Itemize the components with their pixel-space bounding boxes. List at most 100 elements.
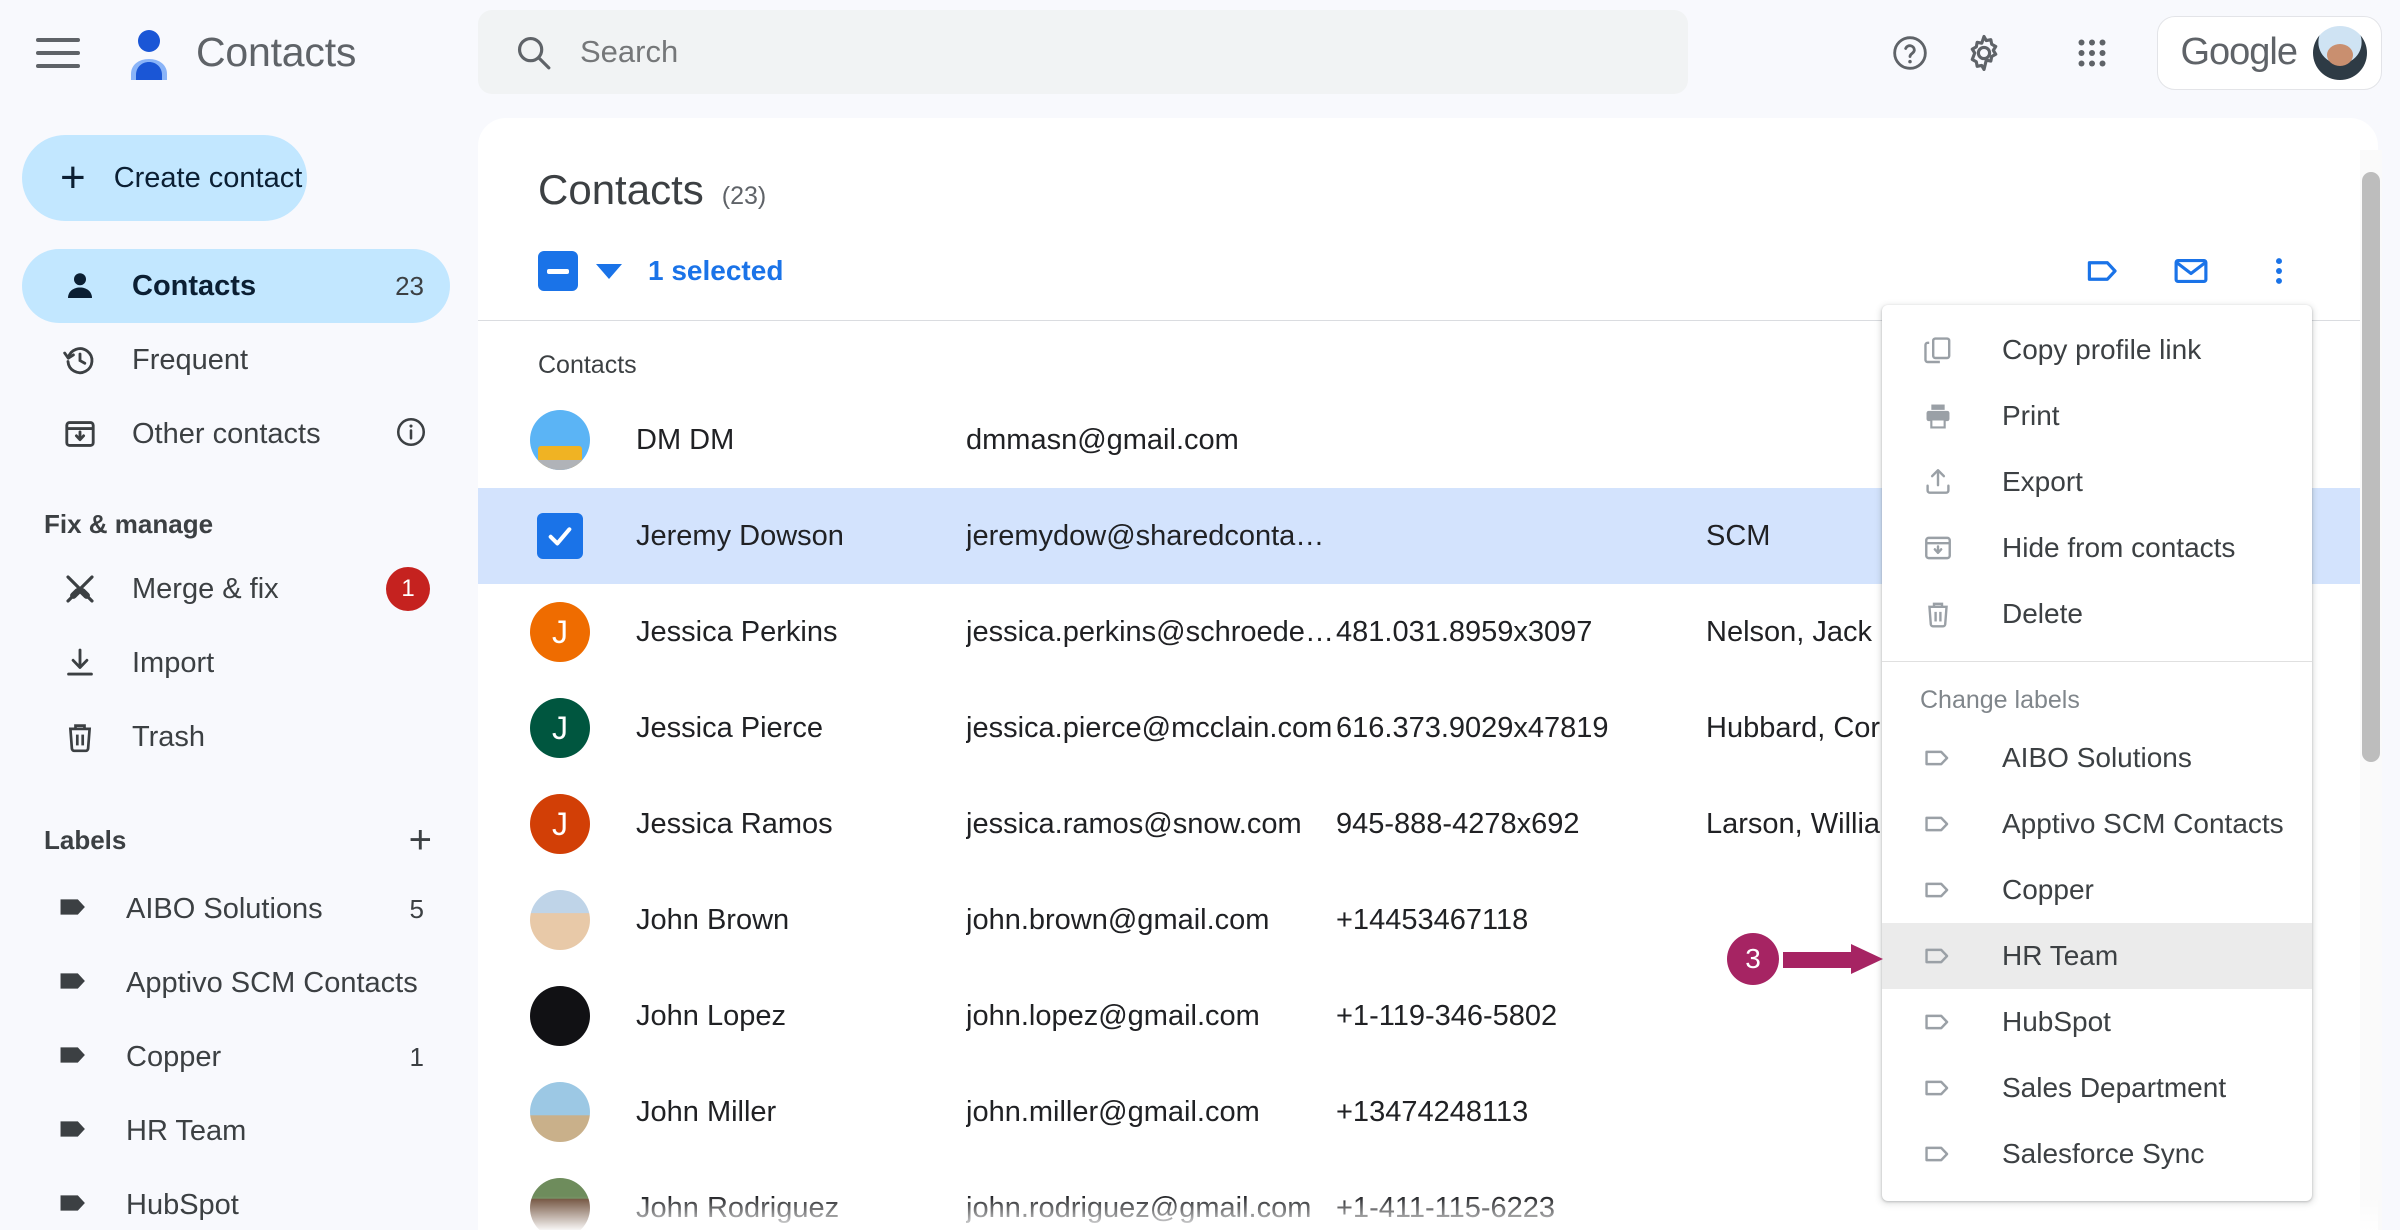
menu-label-apptivo-scm-contacts[interactable]: Apptivo SCM Contacts (1882, 791, 2312, 857)
create-contact-button[interactable]: + Create contact (22, 135, 307, 221)
label-outline-icon[interactable] (2070, 238, 2136, 304)
account-label: Google (2180, 31, 2298, 73)
label-outline-icon (1920, 872, 1956, 908)
menu-item-hide-from-contacts[interactable]: Hide from contacts (1882, 515, 2312, 581)
menu-item-label: Salesforce Sync (2002, 1138, 2205, 1169)
label-outline-icon (1920, 938, 1956, 974)
annotation-step-marker: 3 (1727, 933, 1883, 985)
contact-phone: 616.373.9029x47819 (1336, 711, 1609, 744)
three-dots-vertical-icon[interactable] (2246, 238, 2312, 304)
sidebar-label-count: 1 (409, 1041, 424, 1072)
labels-heading-row: Labels + (44, 820, 478, 860)
menu-label-salesforce-sync[interactable]: Salesforce Sync (1882, 1121, 2312, 1187)
sidebar-label-count: 5 (409, 893, 424, 924)
avatar-initial: J (552, 805, 568, 842)
person-icon (60, 266, 100, 306)
menu-item-delete[interactable]: Delete (1882, 581, 2312, 647)
status-badge: 1 (386, 567, 430, 611)
menu-item-label: Apptivo SCM Contacts (2002, 808, 2284, 839)
contact-name: John Miller (636, 1095, 777, 1128)
menu-item-label: Hide from contacts (2002, 532, 2236, 563)
top-bar: Contacts Search Google (0, 0, 2400, 105)
sidebar-item-trash[interactable]: Trash (22, 700, 450, 774)
contact-email: jessica.pierce@mcclain.com (966, 711, 1333, 744)
app-title: Contacts (196, 29, 357, 75)
menu-item-export[interactable]: Export (1882, 449, 2312, 515)
menu-label-aibo-solutions[interactable]: AIBO Solutions (1882, 725, 2312, 791)
selection-toolbar: 1 selected (538, 244, 2378, 298)
contact-email: jessica.perkins@schroeder-gree… (966, 615, 1336, 648)
scrollbar-thumb[interactable] (2362, 172, 2380, 762)
sidebar-label-text: Copper (126, 1040, 222, 1073)
menu-label-hubspot[interactable]: HubSpot (1882, 989, 2312, 1055)
checked-checkbox-icon[interactable] (537, 513, 583, 559)
page-title-text: Contacts (538, 166, 704, 213)
sidebar-item-label: Frequent (132, 343, 249, 376)
row-checkbox[interactable] (530, 513, 590, 559)
sidebar-label-copper[interactable]: Copper 1 (22, 1020, 450, 1094)
indeterminate-checkbox-icon[interactable] (538, 251, 578, 291)
info-circle-icon[interactable] (394, 415, 428, 454)
grid-apps-icon[interactable] (2055, 16, 2129, 90)
menu-item-label: Delete (2002, 598, 2083, 629)
menu-item-label: AIBO Solutions (2002, 742, 2192, 773)
sidebar-label-aibo-solutions[interactable]: AIBO Solutions 5 (22, 872, 450, 946)
contact-email: jessica.ramos@snow.com (966, 807, 1302, 840)
trash-icon (1920, 596, 1956, 632)
brand[interactable]: Contacts (122, 26, 356, 80)
sidebar-item-other-contacts[interactable]: Other contacts (22, 397, 450, 471)
contact-phone: 481.031.8959x3097 (1336, 615, 1593, 648)
sidebar-label-hubspot[interactable]: HubSpot (22, 1168, 450, 1230)
selection-count-label: 1 selected (648, 255, 784, 286)
chevron-down-icon[interactable] (596, 263, 622, 279)
avatar (530, 1082, 590, 1142)
label-outline-icon (1920, 1136, 1956, 1172)
avatar-initial: J (552, 613, 568, 650)
sidebar-item-contacts[interactable]: Contacts 23 (22, 249, 450, 323)
plus-icon[interactable]: + (409, 820, 432, 860)
contact-name: DM DM (636, 423, 735, 456)
avatar[interactable] (2313, 25, 2367, 80)
sidebar-label-text: Apptivo SCM Contacts (126, 966, 418, 999)
avatar: J (530, 794, 590, 854)
menu-item-label: HR Team (2002, 940, 2119, 971)
menu-label-sales-department[interactable]: Sales Department (1882, 1055, 2312, 1121)
row-actions (2070, 238, 2312, 304)
menu-item-print[interactable]: Print (1882, 383, 2312, 449)
sidebar-item-label: Merge & fix (132, 572, 279, 605)
sidebar-item-merge-fix[interactable]: Merge & fix 1 (22, 552, 450, 626)
contact-email: john.lopez@gmail.com (966, 999, 1260, 1032)
annotation-step-number: 3 (1727, 933, 1779, 985)
gear-icon[interactable] (1947, 16, 2021, 90)
printer-icon (1920, 398, 1956, 434)
sidebar-label-apptivo-scm-contacts[interactable]: Apptivo SCM Contacts (22, 946, 450, 1020)
sidebar: + Create contact Contacts 23 Frequent Ot… (0, 105, 478, 1230)
sidebar-label-hr-team[interactable]: HR Team (22, 1094, 450, 1168)
sidebar-label-text: HR Team (126, 1114, 247, 1147)
merge-tools-icon (60, 569, 100, 609)
menu-label-copper[interactable]: Copper (1882, 857, 2312, 923)
account-chip[interactable]: Google (2157, 15, 2382, 90)
contact-phone: +14453467118 (1336, 903, 1529, 936)
search-bar[interactable] (478, 10, 1688, 94)
sidebar-item-label: Trash (132, 720, 206, 753)
search-input[interactable] (580, 34, 1600, 70)
label-outline-icon (1920, 806, 1956, 842)
sidebar-item-count: 23 (395, 270, 424, 301)
hamburger-icon[interactable] (36, 28, 86, 78)
sidebar-item-frequent[interactable]: Frequent (22, 323, 450, 397)
copy-icon (1920, 332, 1956, 368)
menu-label-hr-team[interactable]: HR Team (1882, 923, 2312, 989)
label-outline-icon (1920, 1004, 1956, 1040)
contact-phone: 945-888-4278x692 (1336, 807, 1580, 840)
menu-item-copy-profile-link[interactable]: Copy profile link (1882, 317, 2312, 383)
help-circle-icon[interactable] (1873, 16, 1947, 90)
avatar: J (530, 602, 590, 662)
menu-item-label: Copper (2002, 874, 2094, 905)
envelope-icon[interactable] (2158, 238, 2224, 304)
sidebar-item-import[interactable]: Import (22, 626, 450, 700)
sidebar-labels: AIBO Solutions 5 Apptivo SCM Contacts Co… (0, 872, 478, 1230)
menu-item-label: Sales Department (2002, 1072, 2227, 1103)
label-filled-icon (56, 964, 90, 1003)
menu-item-label: Copy profile link (2002, 334, 2202, 365)
